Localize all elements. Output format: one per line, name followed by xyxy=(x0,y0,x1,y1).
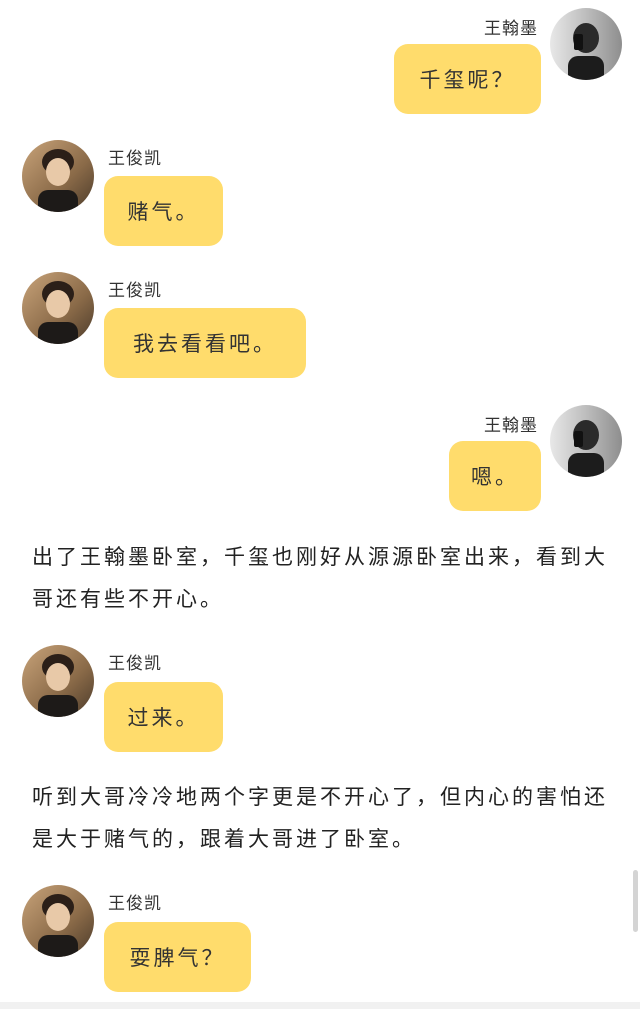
chat-message: 王翰墨 嗯。 xyxy=(0,405,640,515)
message-bubble: 耍脾气？ xyxy=(104,922,251,992)
message-bubble: 过来。 xyxy=(104,682,223,752)
chat-message: 王俊凯 我去看看吧。 xyxy=(0,272,640,382)
message-bubble: 千玺呢？ xyxy=(394,44,541,114)
narration-text: 听到大哥冷冷地两个字更是不开心了，但内心的害怕还是大于赌气的，跟着大哥进了卧室。 xyxy=(32,785,608,851)
avatar[interactable] xyxy=(22,272,94,344)
avatar[interactable] xyxy=(550,405,622,477)
message-bubble: 赌气。 xyxy=(104,176,223,246)
avatar[interactable] xyxy=(22,645,94,717)
narration-text: 出了王翰墨卧室，千玺也刚好从源源卧室出来，看到大哥还有些不开心。 xyxy=(32,545,608,611)
message-bubble: 我去看看吧。 xyxy=(104,308,306,378)
avatar[interactable] xyxy=(22,885,94,957)
bottom-divider xyxy=(0,1002,640,1009)
sender-name: 王俊凯 xyxy=(108,149,162,169)
avatar[interactable] xyxy=(550,8,622,80)
scrollbar[interactable] xyxy=(633,870,638,932)
chat-message: 王翰墨 千玺呢？ xyxy=(0,8,640,118)
sender-name: 王俊凯 xyxy=(108,281,162,301)
sender-name: 王翰墨 xyxy=(484,416,538,436)
sender-name: 王翰墨 xyxy=(484,19,538,39)
chat-message: 王俊凯 赌气。 xyxy=(0,140,640,250)
message-bubble: 嗯。 xyxy=(449,441,541,511)
chat-message: 王俊凯 耍脾气？ xyxy=(0,885,640,995)
sender-name: 王俊凯 xyxy=(108,654,162,674)
avatar[interactable] xyxy=(22,140,94,212)
sender-name: 王俊凯 xyxy=(108,894,162,914)
chat-message: 王俊凯 过来。 xyxy=(0,645,640,755)
